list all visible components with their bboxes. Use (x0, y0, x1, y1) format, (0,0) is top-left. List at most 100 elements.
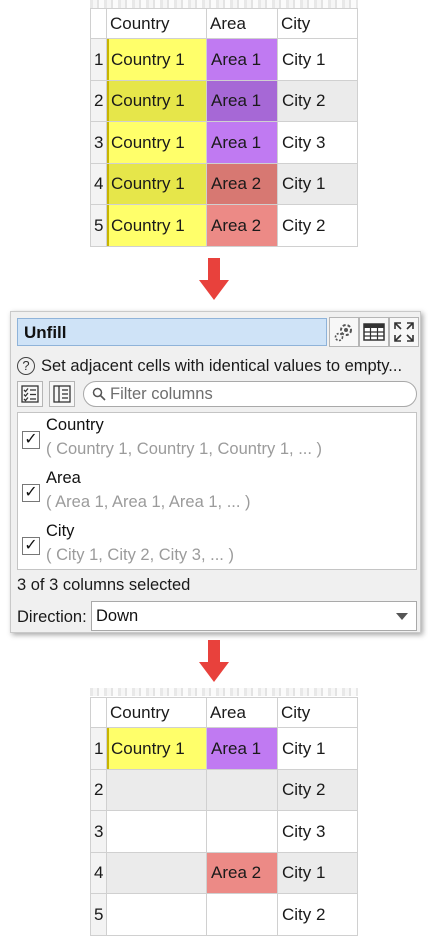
city-cell[interactable]: City 2 (277, 204, 358, 247)
down-arrow-icon (199, 640, 229, 686)
transform-title-field[interactable]: Unfill (17, 318, 327, 346)
table-row: 4 Country 1 Area 2 City 1 (90, 163, 358, 205)
area-cell[interactable]: Area 1 (206, 121, 278, 164)
corner-cell (90, 697, 107, 728)
city-cell[interactable]: City 2 (277, 769, 358, 811)
table-row: 3 Country 1 Area 1 City 3 (90, 121, 358, 164)
country-cell[interactable] (106, 769, 207, 811)
torn-edge-top (90, 0, 358, 8)
table-view-button[interactable] (359, 317, 389, 347)
column-item-country[interactable]: ✓ Country ( Country 1, Country 1, Countr… (18, 413, 416, 463)
checklist-icon (21, 385, 39, 403)
direction-dropdown[interactable]: Down (91, 601, 417, 631)
city-cell[interactable]: City 2 (277, 80, 358, 122)
city-checkbox[interactable]: ✓ (22, 537, 40, 555)
after-grid: Country Area City 1 Country 1 Area 1 Cit… (90, 688, 358, 941)
filter-columns-input[interactable] (110, 384, 390, 404)
table-row: 3 City 3 (90, 810, 358, 853)
column-header-area[interactable]: Area (206, 8, 278, 39)
column-header-country[interactable]: Country (106, 8, 207, 39)
gear-icon (334, 324, 352, 342)
table-row: 5 City 2 (90, 893, 358, 936)
area-cell[interactable]: Area 1 (206, 80, 278, 122)
column-header-country[interactable]: Country (106, 697, 207, 728)
country-cell[interactable]: Country 1 (106, 121, 207, 164)
direction-label: Direction: (17, 608, 87, 626)
column-sample: ( City 1, City 2, City 3, ... ) (46, 546, 234, 564)
settings-button[interactable] (329, 317, 359, 347)
row-number: 3 (90, 121, 107, 164)
column-header-area[interactable]: Area (206, 697, 278, 728)
area-checkbox[interactable]: ✓ (22, 484, 40, 502)
row-number: 4 (90, 852, 107, 894)
filter-columns-box[interactable] (83, 381, 417, 407)
chevron-down-icon (396, 613, 408, 620)
column-name: Country (46, 416, 104, 434)
city-cell[interactable]: City 2 (277, 893, 358, 936)
country-cell[interactable]: Country 1 (106, 163, 207, 205)
table-row: 2 Country 1 Area 1 City 2 (90, 80, 358, 122)
city-cell[interactable]: City 1 (277, 163, 358, 205)
area-cell[interactable] (206, 769, 278, 811)
country-cell[interactable]: Country 1 (106, 38, 207, 81)
row-number: 5 (90, 893, 107, 936)
area-cell[interactable]: Area 2 (206, 204, 278, 247)
row-number: 4 (90, 163, 107, 205)
area-cell[interactable] (206, 893, 278, 936)
description-text: Set adjacent cells with identical values… (41, 356, 403, 375)
column-order-button[interactable] (49, 381, 75, 407)
country-cell[interactable] (106, 810, 207, 853)
column-item-city[interactable]: ✓ City ( City 1, City 2, City 3, ... ) (18, 519, 416, 569)
table-row: 2 City 2 (90, 769, 358, 811)
city-cell[interactable]: City 1 (277, 852, 358, 894)
column-item-area[interactable]: ✓ Area ( Area 1, Area 1, Area 1, ... ) (18, 466, 416, 516)
selection-status: 3 of 3 columns selected (17, 576, 191, 594)
row-number: 5 (90, 204, 107, 247)
table-row: 1 Country 1 Area 1 City 1 (90, 38, 358, 81)
header-row: Country Area City (90, 8, 358, 39)
table-icon (363, 323, 385, 341)
unfill-panel: Unfill ? Set adjacent cells with identic… (10, 311, 421, 633)
torn-edge-top (90, 688, 358, 696)
corner-cell (90, 8, 107, 39)
area-cell[interactable]: Area 1 (206, 727, 278, 770)
header-row: Country Area City (90, 697, 358, 728)
country-cell[interactable]: Country 1 (106, 204, 207, 247)
city-cell[interactable]: City 3 (277, 810, 358, 853)
row-number: 2 (90, 769, 107, 811)
column-list: ✓ Country ( Country 1, Country 1, Countr… (17, 412, 417, 570)
expand-button[interactable] (389, 317, 419, 347)
row-number: 1 (90, 727, 107, 770)
expand-icon (394, 322, 414, 342)
city-cell[interactable]: City 1 (277, 38, 358, 81)
down-arrow-icon (199, 258, 229, 304)
help-icon[interactable]: ? (17, 357, 35, 375)
table-row: 4 Area 2 City 1 (90, 852, 358, 894)
column-name: City (46, 522, 75, 540)
city-cell[interactable]: City 3 (277, 121, 358, 164)
row-number: 3 (90, 810, 107, 853)
table-row: 5 Country 1 Area 2 City 2 (90, 204, 358, 247)
table-row: 1 Country 1 Area 1 City 1 (90, 727, 358, 770)
area-cell[interactable]: Area 1 (206, 38, 278, 81)
country-cell[interactable] (106, 893, 207, 936)
country-cell[interactable] (106, 852, 207, 894)
area-cell[interactable]: Area 2 (206, 163, 278, 205)
area-cell[interactable]: Area 2 (206, 852, 278, 894)
select-all-button[interactable] (17, 381, 43, 407)
search-icon (92, 387, 106, 401)
column-header-city[interactable]: City (277, 8, 358, 39)
before-grid: Country Area City 1 Country 1 Area 1 Cit… (90, 0, 358, 247)
description-row: ? Set adjacent cells with identical valu… (17, 355, 417, 377)
column-sample: ( Area 1, Area 1, Area 1, ... ) (46, 493, 251, 511)
country-cell[interactable]: Country 1 (106, 80, 207, 122)
direction-value: Down (96, 607, 139, 625)
country-cell[interactable]: Country 1 (106, 727, 207, 770)
column-header-city[interactable]: City (277, 697, 358, 728)
city-cell[interactable]: City 1 (277, 727, 358, 770)
row-number: 2 (90, 80, 107, 122)
area-cell[interactable] (206, 810, 278, 853)
row-number: 1 (90, 38, 107, 81)
country-checkbox[interactable]: ✓ (22, 431, 40, 449)
column-list-icon (53, 385, 71, 403)
